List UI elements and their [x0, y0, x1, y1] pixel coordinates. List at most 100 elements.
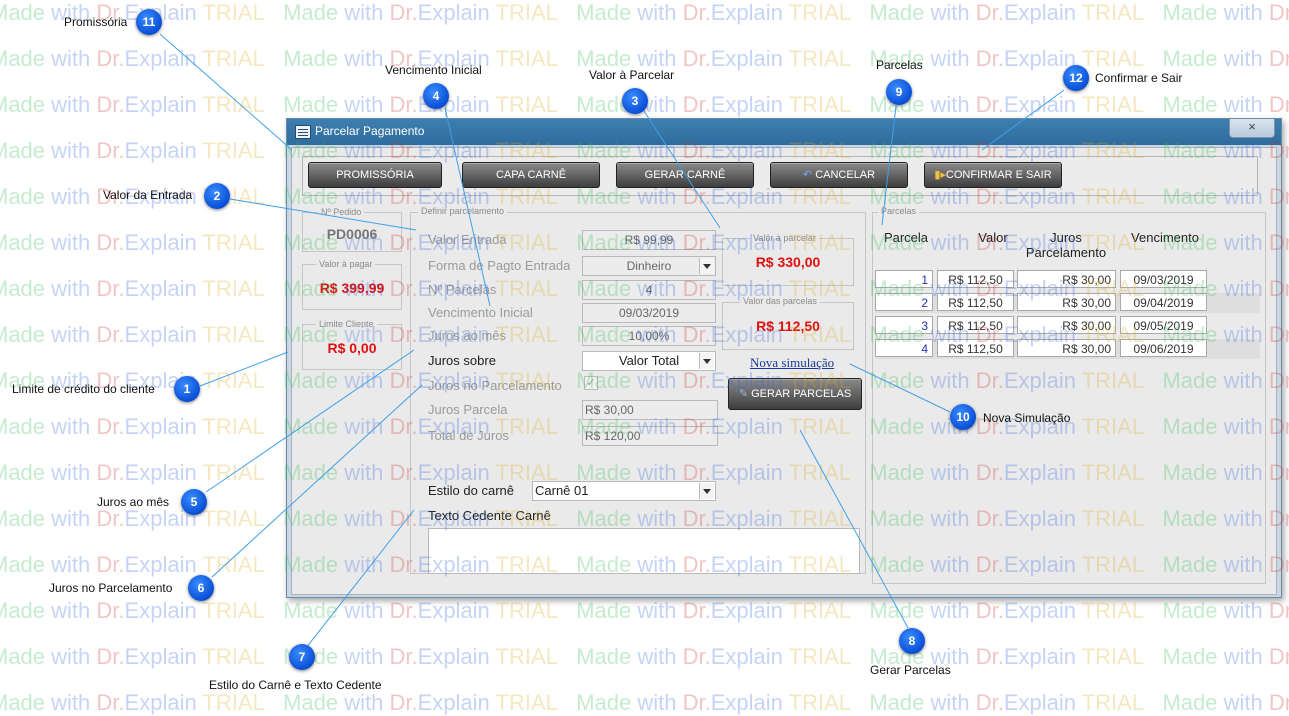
row-juros[interactable]: R$ 30,00: [1017, 293, 1116, 311]
row-valor[interactable]: R$ 112,50: [937, 339, 1014, 357]
nparcelas-label: Nº Parcelas: [428, 282, 497, 297]
nova-simulacao-link[interactable]: Nova simulação: [750, 355, 834, 371]
gerar-parcelas-label: GERAR PARCELAS: [751, 388, 852, 400]
undo-icon: ↶: [802, 169, 816, 181]
watermark-row: Made with Dr.Explain TRIAL Made with Dr.…: [0, 598, 1289, 623]
callout-text-10: Nova Simulação: [983, 411, 1071, 425]
pencil-icon: ✎: [738, 388, 752, 400]
callout-text-12: Confirmar e Sair: [1095, 71, 1183, 85]
row-parcela[interactable]: 4: [875, 339, 933, 357]
capa-carne-button[interactable]: CAPA CARNÊ: [462, 162, 600, 188]
row-parcela[interactable]: 3: [875, 316, 933, 334]
callout-text-7: Estilo do Carnê e Texto Cedente: [209, 678, 382, 692]
title-bar: Parcelar Pagamento ×: [287, 119, 1281, 145]
estilo-carne-select[interactable]: Carnê 01: [532, 481, 716, 501]
row-valor[interactable]: R$ 112,50: [937, 270, 1014, 288]
watermark-row: Made with Dr.Explain TRIAL Made with Dr.…: [0, 0, 1289, 25]
row-juros[interactable]: R$ 30,00: [1017, 270, 1116, 288]
chevron-down-icon: [699, 483, 714, 499]
header-juros: Juros Parcelamento: [1025, 230, 1107, 260]
juros-mes-label: Juros ao mês: [428, 328, 507, 343]
valor-pagar-legend: Valor à pagar: [316, 259, 376, 269]
estilo-carne-value: Carnê 01: [535, 483, 589, 498]
callout-text-2: Valor da Entrada: [103, 188, 193, 202]
pedido-legend: Nº Pedido: [318, 207, 365, 217]
callout-text-4: Vencimento Inicial: [385, 63, 482, 77]
row-parcela[interactable]: 2: [875, 293, 933, 311]
callout-text-3: Valor à Parcelar: [589, 68, 675, 82]
callout-text-1: Limite de crédito do cliente: [12, 382, 155, 396]
cancelar-button[interactable]: ↶ CANCELAR: [770, 162, 908, 188]
valor-parcelas-value: R$ 112,50: [756, 318, 820, 334]
row-valor[interactable]: R$ 112,50: [937, 316, 1014, 334]
juros-parcela-label: Juros Parcela: [428, 402, 508, 417]
callout-badge-9: 9: [886, 79, 912, 105]
row-vencimento[interactable]: 09/04/2019: [1120, 293, 1207, 311]
header-parcela: Parcela: [883, 230, 929, 245]
vencimento-label: Vencimento Inicial: [428, 305, 533, 320]
juros-sobre-value: Valor Total: [618, 353, 680, 368]
callout-badge-8: 8: [899, 628, 925, 654]
confirmar-sair-button[interactable]: ▮▸CONFIRMAR E SAIR: [924, 162, 1062, 188]
texto-cedente-label: Texto Cedente Carnê: [428, 508, 551, 523]
juros-parc-checkbox[interactable]: ✓: [584, 376, 598, 390]
callout-badge-2: 2: [204, 183, 230, 209]
callout-badge-6: 6: [188, 575, 214, 601]
forma-pagto-select[interactable]: Dinheiro: [582, 256, 716, 276]
juros-mes-field[interactable]: 10,00%: [582, 326, 716, 346]
valor-entrada-label: Valor Entrada: [428, 232, 507, 247]
valor-pagar-value: R$ 399,99: [319, 280, 385, 296]
callout-line-1: [199, 351, 289, 387]
total-juros-field[interactable]: R$ 120,00: [582, 426, 718, 446]
definir-legend: Definir parcelamento: [418, 206, 508, 216]
row-valor[interactable]: R$ 112,50: [937, 293, 1014, 311]
callout-badge-12: 12: [1063, 65, 1089, 91]
confirmar-label: CONFIRMAR E SAIR: [945, 169, 1052, 181]
estilo-carne-label: Estilo do carnê: [428, 483, 514, 498]
promissoria-button[interactable]: PROMISSÓRIA: [308, 162, 442, 188]
gerar-carne-button[interactable]: GERAR CARNÊ: [616, 162, 754, 188]
limite-value: R$ 0,00: [327, 340, 377, 356]
row-juros[interactable]: R$ 30,00: [1017, 339, 1116, 357]
row-vencimento[interactable]: 09/06/2019: [1120, 339, 1207, 357]
close-button[interactable]: ×: [1229, 119, 1275, 138]
header-vencimento: Vencimento: [1131, 230, 1199, 245]
callout-badge-5: 5: [181, 489, 207, 515]
watermark-row: Made with Dr.Explain TRIAL Made with Dr.…: [0, 644, 1289, 669]
pedido-value: PD0006: [326, 226, 378, 242]
chevron-down-icon: [699, 258, 714, 274]
juros-sobre-label: Juros sobre: [428, 353, 496, 368]
total-juros-label: Total de Juros: [428, 428, 509, 443]
row-vencimento[interactable]: 09/05/2019: [1120, 316, 1207, 334]
nparcelas-field[interactable]: 4: [582, 280, 716, 300]
forma-pagto-value: Dinheiro: [626, 259, 672, 273]
juros-sobre-select[interactable]: Valor Total: [582, 351, 716, 371]
row-vencimento[interactable]: 09/03/2019: [1120, 270, 1207, 288]
callout-text-5: Juros ao mês: [97, 495, 170, 509]
form-icon: [295, 125, 311, 139]
callout-badge-4: 4: [423, 83, 449, 109]
valor-entrada-field[interactable]: R$ 99,99: [582, 230, 716, 250]
callout-badge-10: 10: [950, 404, 976, 430]
gerar-parcelas-button[interactable]: ✎ GERAR PARCELAS: [728, 378, 862, 410]
parcelas-legend: Parcelas: [878, 206, 920, 216]
valor-a-parcelar-legend: Valor à parcelar: [750, 233, 819, 243]
callout-badge-3: 3: [622, 88, 648, 114]
callout-text-9: Parcelas: [876, 58, 923, 72]
callout-text-11: Promissória: [64, 15, 128, 29]
chevron-down-icon: [699, 353, 714, 369]
limite-legend: Limite Cliente: [316, 319, 377, 329]
row-juros[interactable]: R$ 30,00: [1017, 316, 1116, 334]
vencimento-field[interactable]: 09/03/2019: [582, 303, 716, 323]
cancelar-label: CANCELAR: [815, 169, 876, 181]
juros-parc-label: Juros no Parcelamento: [428, 378, 562, 393]
parcelas-group: [872, 212, 1266, 584]
callout-text-8: Gerar Parcelas: [870, 663, 951, 677]
texto-cedente-textarea[interactable]: [428, 528, 860, 574]
juros-parcela-field[interactable]: R$ 30,00: [582, 400, 718, 420]
callout-badge-11: 11: [136, 9, 162, 35]
valor-parcelas-legend: Valor das parcelas: [740, 296, 820, 306]
header-valor: Valor: [978, 230, 1008, 245]
row-parcela[interactable]: 1: [875, 270, 933, 288]
callout-badge-7: 7: [289, 644, 315, 670]
